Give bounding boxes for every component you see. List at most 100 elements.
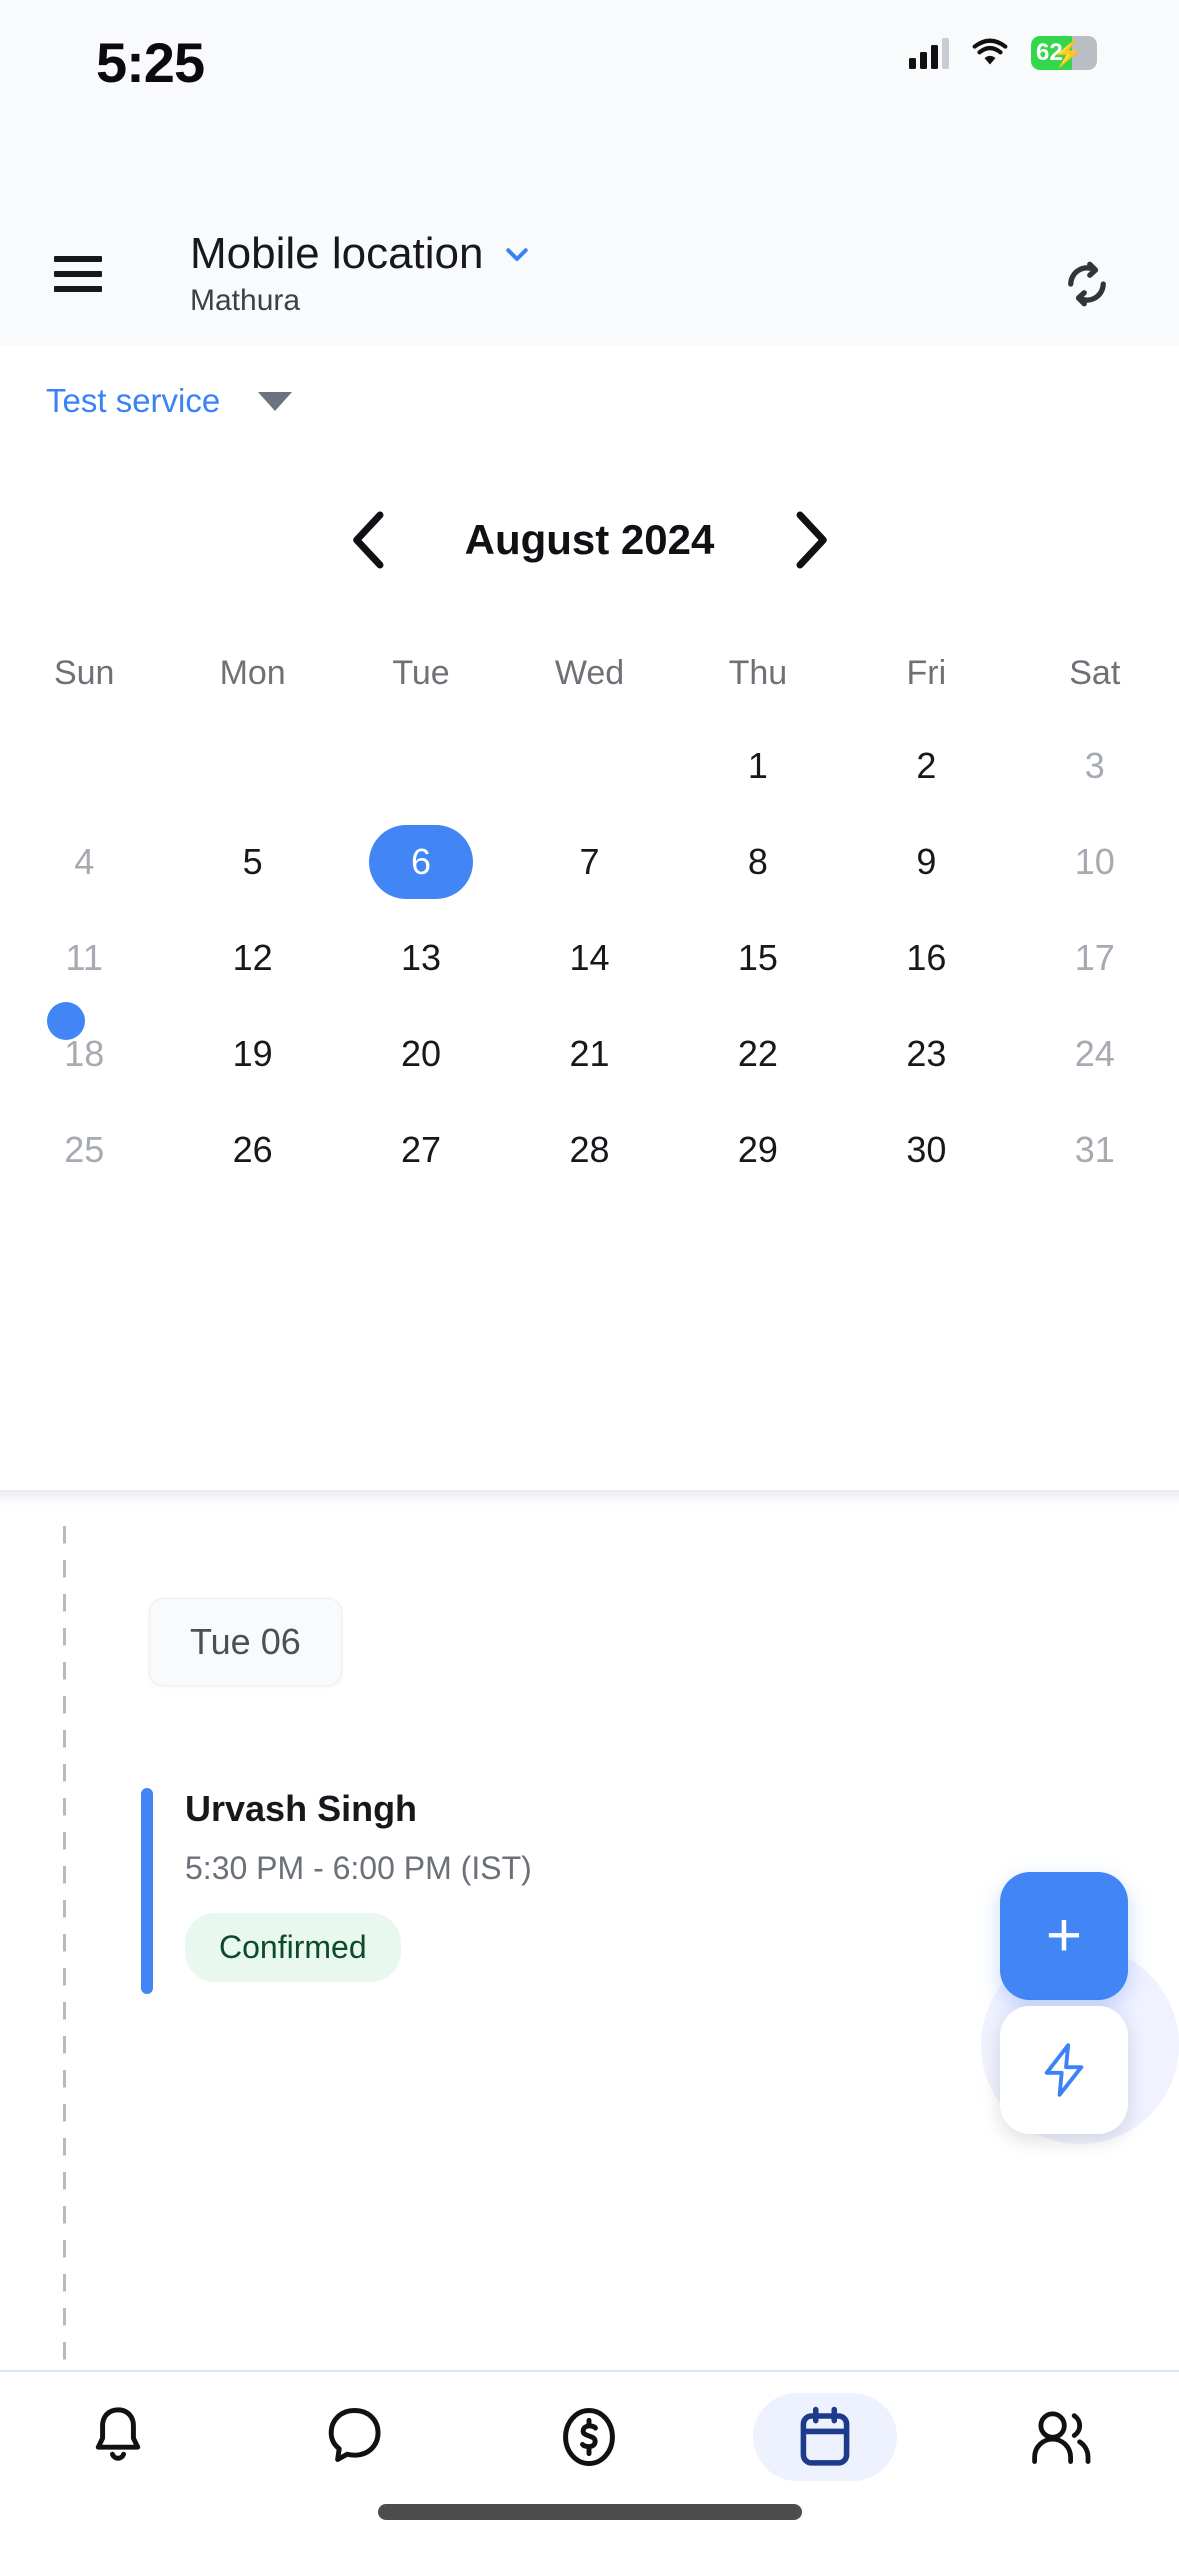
people-icon [1032, 2411, 1091, 2464]
calendar-day-number: 17 [1074, 937, 1115, 978]
calendar-week-row: 18 19 20 21 22 23 24 [0, 1006, 1179, 1102]
calendar-day-14[interactable]: 14 [505, 910, 673, 1006]
caret-down-icon[interactable] [258, 391, 293, 411]
calendar-day-number: 14 [569, 937, 610, 978]
calendar-day-number: 4 [74, 841, 95, 882]
calendar-day-28[interactable]: 28 [505, 1102, 673, 1198]
add-appointment-button[interactable]: + [1000, 1872, 1128, 2000]
calendar-day-3[interactable]: 3 [1011, 718, 1179, 814]
calendar-day-24[interactable]: 24 [1011, 1006, 1179, 1102]
weekday-label-sat: Sat [1069, 653, 1121, 692]
plus-icon: + [1045, 1901, 1083, 1970]
weekday-label-sun: Sun [53, 653, 115, 692]
calendar-day-16[interactable]: 16 [842, 910, 1010, 1006]
month-navigation: August 2024 [0, 480, 1179, 600]
calendar-day-4[interactable]: 4 [0, 814, 168, 910]
battery-charging-icon: 62 ⚡ [1031, 36, 1097, 70]
calendar-day-number: 20 [401, 1033, 442, 1074]
appointment-card[interactable]: Urvash Singh 5:30 PM - 6:00 PM (IST) Con… [141, 1788, 701, 1994]
weekday-label-fri: Fri [906, 653, 947, 692]
calendar-day-23[interactable]: 23 [842, 1006, 1010, 1102]
timeline-dashed-line [63, 1526, 66, 2366]
chevron-right-icon[interactable] [770, 500, 850, 580]
bottom-navigation [0, 2372, 1179, 2556]
calendar-day-25[interactable]: 25 [0, 1102, 168, 1198]
calendar-day-19[interactable]: 19 [168, 1006, 336, 1102]
calendar-grid: Sun Mon Tue Wed Thu Fri Sat 1 2 3 4 5 6 7 8 9 10 11 12 13 1… [0, 628, 1179, 1198]
calendar-day-12[interactable]: 12 [168, 910, 336, 1006]
calendar-day-number: 10 [1074, 841, 1115, 882]
chevron-down-icon[interactable] [502, 239, 532, 269]
calendar-day-29[interactable]: 29 [674, 1102, 842, 1198]
calendar-week-row: 25 26 27 28 29 30 31 [0, 1102, 1179, 1198]
calendar-day-number: 29 [737, 1129, 778, 1170]
calendar-day-6[interactable]: 6 [337, 814, 505, 910]
quick-action-button[interactable] [1000, 2006, 1128, 2134]
chevron-left-icon[interactable] [330, 500, 410, 580]
weekday-label-thu: Thu [728, 653, 788, 692]
lightning-bolt-icon [1044, 2043, 1084, 2097]
calendar-day-31[interactable]: 31 [1011, 1102, 1179, 1198]
hamburger-menu-icon[interactable] [54, 256, 102, 292]
calendar-day-22[interactable]: 22 [674, 1006, 842, 1102]
calendar-day-27[interactable]: 27 [337, 1102, 505, 1198]
calendar-day-21[interactable]: 21 [505, 1006, 673, 1102]
timeline-date-chip[interactable]: Tue 06 [149, 1598, 342, 1686]
calendar-day-number: 12 [232, 937, 273, 978]
nav-item-payments[interactable] [472, 2372, 708, 2496]
calendar-day-number: 19 [232, 1033, 273, 1074]
page-title: Mobile location [190, 229, 484, 278]
location-selector[interactable]: Mobile location Mathura [190, 229, 532, 318]
calendar-day-8[interactable]: 8 [674, 814, 842, 910]
status-time: 5:25 [96, 31, 205, 94]
calendar-day-number: 11 [65, 937, 103, 978]
calendar-day-26[interactable]: 26 [168, 1102, 336, 1198]
timeline-day-dot [47, 1002, 85, 1040]
appointment-time-range: 5:30 PM - 6:00 PM (IST) [185, 1850, 532, 1886]
calendar-cell-empty [168, 718, 336, 814]
calendar-day-17[interactable]: 17 [1011, 910, 1179, 1006]
nav-item-clients[interactable] [943, 2372, 1179, 2496]
calendar-day-number: 13 [401, 937, 442, 978]
app-header: Mobile location Mathura [0, 216, 1179, 346]
service-filter[interactable]: Test service [0, 346, 1179, 456]
calendar-day-number: 2 [916, 745, 937, 786]
calendar-weeks: 1 2 3 4 5 6 7 8 9 10 11 12 13 14 15 16 17 18 19 20 21 22 23 24 2… [0, 718, 1179, 1198]
calendar-icon [800, 2406, 850, 2466]
nav-item-notifications[interactable] [0, 2372, 236, 2496]
calendar-day-15[interactable]: 15 [674, 910, 842, 1006]
status-indicators: 62 ⚡ [909, 36, 1097, 70]
calendar-day-number: 23 [906, 1033, 947, 1074]
calendar-day-2[interactable]: 2 [842, 718, 1010, 814]
calendar-day-5[interactable]: 5 [168, 814, 336, 910]
calendar-day-number: 27 [401, 1129, 442, 1170]
calendar-day-20[interactable]: 20 [337, 1006, 505, 1102]
calendar-divider [0, 1490, 1179, 1506]
calendar-day-11[interactable]: 11 [0, 910, 168, 1006]
weekday-header-row: Sun Mon Tue Wed Thu Fri Sat [0, 628, 1179, 718]
calendar-week-row: 11 12 13 14 15 16 17 [0, 910, 1179, 1006]
calendar-day-10[interactable]: 10 [1011, 814, 1179, 910]
calendar-day-13[interactable]: 13 [337, 910, 505, 1006]
calendar-cell-empty [337, 718, 505, 814]
wifi-icon [972, 38, 1008, 65]
calendar-day-9[interactable]: 9 [842, 814, 1010, 910]
nav-item-calendar[interactable] [707, 2372, 943, 2496]
home-indicator [377, 2504, 802, 2520]
nav-item-messages[interactable] [236, 2372, 472, 2496]
calendar-day-number: 6 [411, 841, 432, 882]
dollar-circle-icon [563, 2408, 616, 2466]
calendar-day-number: 25 [64, 1129, 105, 1170]
calendar-day-number: 30 [906, 1129, 947, 1170]
calendar-cell-empty [0, 718, 168, 814]
bell-icon [95, 2407, 141, 2461]
calendar-day-number: 26 [232, 1129, 273, 1170]
status-badge: Confirmed [185, 1913, 401, 1982]
refresh-sync-icon[interactable] [1057, 254, 1117, 314]
weekday-label-wed: Wed [554, 653, 625, 692]
calendar-day-30[interactable]: 30 [842, 1102, 1010, 1198]
calendar-day-1[interactable]: 1 [674, 718, 842, 814]
calendar-day-7[interactable]: 7 [505, 814, 673, 910]
calendar-day-number: 28 [569, 1129, 610, 1170]
appointment-accent-bar [141, 1788, 153, 1994]
